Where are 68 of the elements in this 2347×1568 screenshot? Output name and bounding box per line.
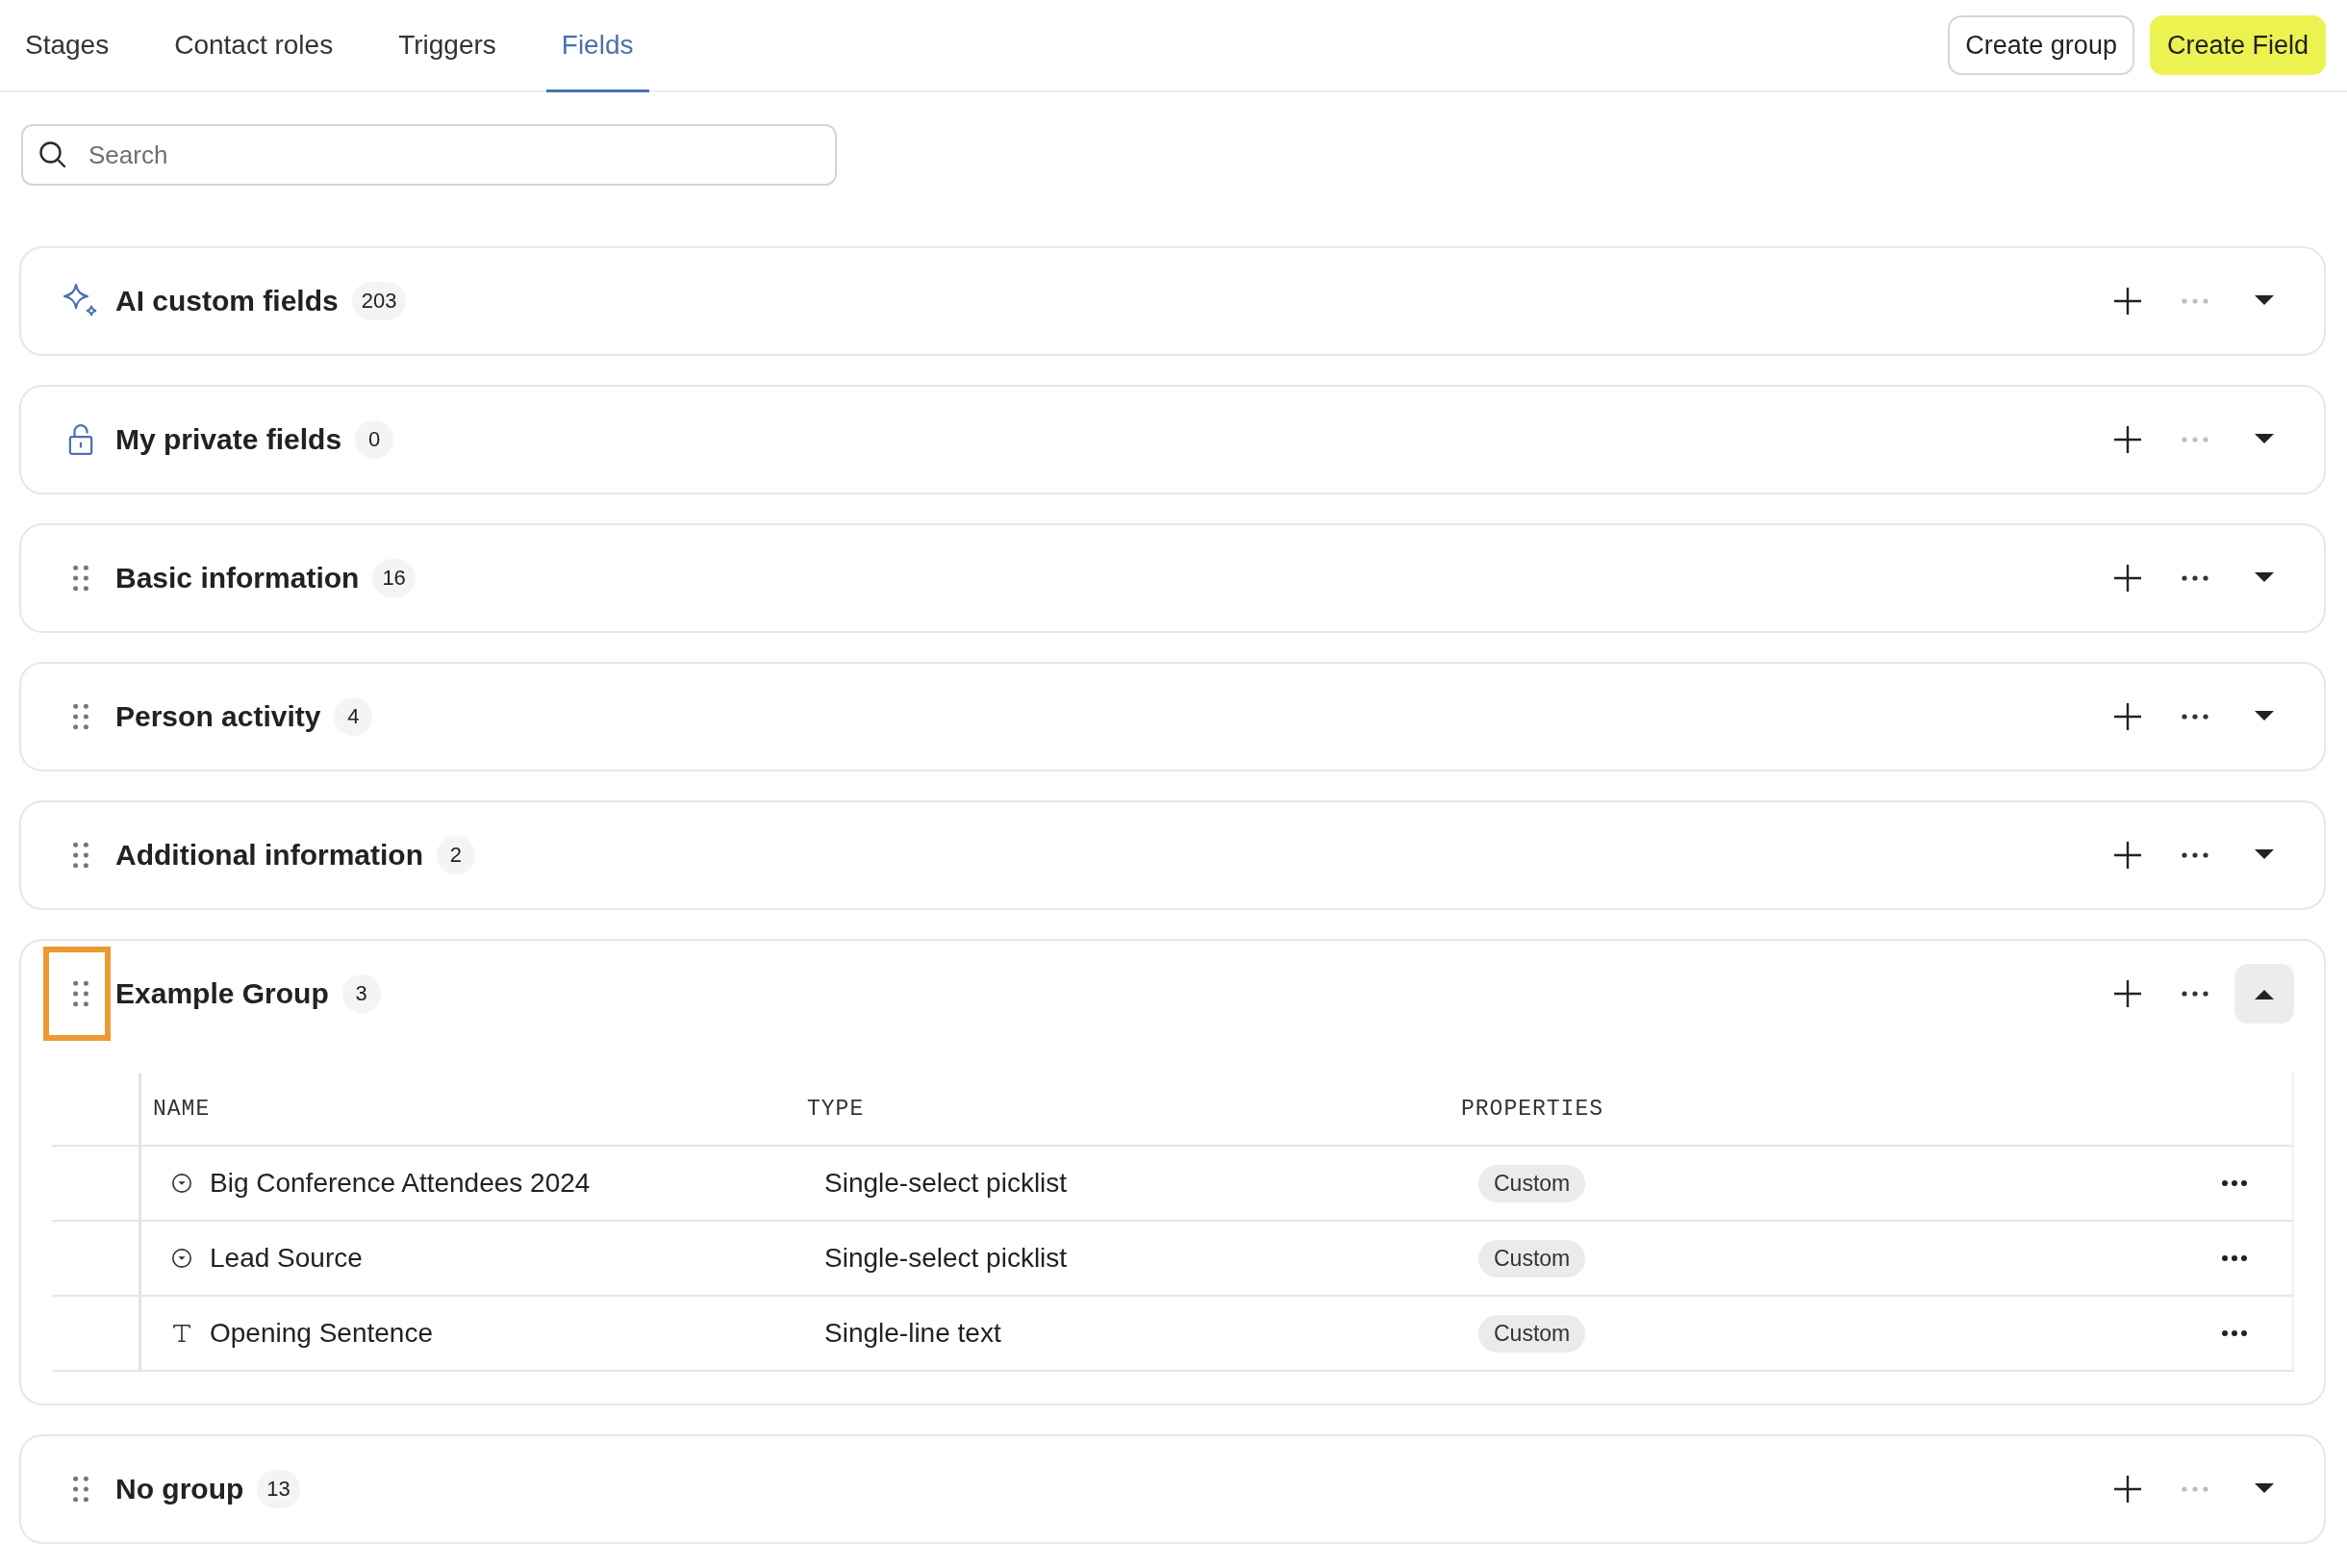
more-icon bbox=[2180, 989, 2210, 999]
field-name: Big Conference Attendees 2024 bbox=[210, 1168, 591, 1199]
group-title: AI custom fields bbox=[115, 285, 339, 317]
more-icon bbox=[2180, 1484, 2210, 1494]
plus-icon bbox=[2112, 840, 2143, 871]
count-badge: 16 bbox=[372, 559, 416, 597]
field-type: Single-line text bbox=[824, 1318, 1001, 1349]
group-title: Additional information bbox=[115, 839, 423, 872]
text-type-icon bbox=[171, 1323, 192, 1344]
plus-icon bbox=[2112, 424, 2143, 455]
caret-icon bbox=[2253, 987, 2276, 1000]
group-title: Example Group bbox=[115, 977, 329, 1010]
search-field[interactable]: Search bbox=[21, 124, 837, 186]
plus-icon bbox=[2112, 286, 2143, 316]
more-icon bbox=[2219, 1253, 2249, 1263]
drag-handle-icon[interactable] bbox=[72, 841, 89, 870]
dropdown-circle-icon bbox=[171, 1173, 192, 1194]
plus-icon bbox=[2112, 701, 2143, 732]
count-badge: 4 bbox=[334, 697, 373, 736]
drag-handle-icon[interactable] bbox=[72, 1475, 89, 1504]
plus-icon bbox=[2112, 978, 2143, 1009]
group-title: Basic information bbox=[115, 562, 360, 594]
property-tag: Custom bbox=[1478, 1239, 1586, 1277]
field-type: Single-select picklist bbox=[824, 1168, 1068, 1199]
lock-icon bbox=[68, 423, 93, 456]
drag-handle-icon[interactable] bbox=[72, 702, 89, 731]
dropdown-circle-icon bbox=[171, 1248, 192, 1269]
field-name: Lead Source bbox=[210, 1243, 363, 1274]
create-group-button[interactable]: Create group bbox=[1948, 15, 2134, 75]
group-title: No group bbox=[115, 1473, 244, 1505]
property-tag: Custom bbox=[1478, 1314, 1586, 1353]
more-icon bbox=[2219, 1328, 2249, 1338]
tab[interactable]: Contact roles bbox=[159, 0, 349, 92]
plus-icon bbox=[2112, 1474, 2143, 1505]
count-badge: 203 bbox=[351, 282, 407, 320]
count-badge: 2 bbox=[436, 836, 475, 874]
group-title: Person activity bbox=[115, 700, 321, 733]
group-title: My private fields bbox=[115, 423, 342, 456]
property-tag: Custom bbox=[1478, 1164, 1586, 1202]
more-icon bbox=[2180, 712, 2210, 721]
tab[interactable]: Triggers bbox=[383, 0, 512, 92]
caret-icon bbox=[2253, 710, 2276, 723]
more-icon bbox=[2180, 573, 2210, 583]
search-icon bbox=[38, 140, 67, 169]
field-type: Single-select picklist bbox=[824, 1243, 1068, 1274]
column-header: NAME bbox=[152, 1097, 212, 1122]
caret-icon bbox=[2253, 433, 2276, 446]
caret-icon bbox=[2253, 571, 2276, 585]
count-badge: 13 bbox=[257, 1470, 300, 1508]
drag-handle-icon[interactable] bbox=[72, 564, 89, 593]
more-icon bbox=[2219, 1178, 2249, 1188]
caret-icon bbox=[2253, 294, 2276, 308]
caret-icon bbox=[2253, 848, 2276, 862]
drag-handle-icon[interactable] bbox=[72, 979, 89, 1008]
create-field-button[interactable]: Create Field bbox=[2149, 15, 2326, 75]
caret-icon bbox=[2253, 1482, 2276, 1496]
count-badge: 0 bbox=[355, 420, 394, 459]
more-icon bbox=[2180, 296, 2210, 306]
column-header: TYPE bbox=[806, 1097, 866, 1122]
collapse-button[interactable] bbox=[2234, 964, 2294, 1024]
column-header: PROPERTIES bbox=[1460, 1097, 1605, 1122]
tab[interactable]: Fields bbox=[545, 0, 649, 92]
more-icon bbox=[2180, 850, 2210, 860]
plus-icon bbox=[2112, 563, 2143, 594]
field-name: Opening Sentence bbox=[210, 1318, 433, 1349]
tab[interactable]: Stages bbox=[10, 0, 125, 92]
more-icon bbox=[2180, 435, 2210, 444]
count-badge: 3 bbox=[341, 974, 381, 1013]
